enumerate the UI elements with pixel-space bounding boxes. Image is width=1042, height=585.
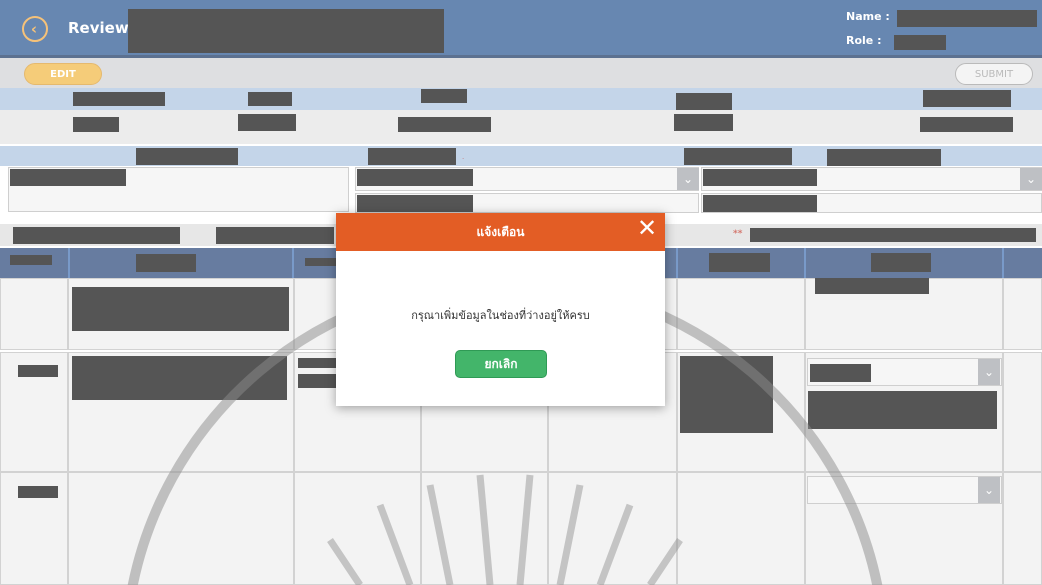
dialog-header: แจ้งเตือน ✕ xyxy=(336,213,665,251)
dialog-message: กรุณาเพิ่มข้อมูลในช่องที่ว่างอยู่ให้ครบ xyxy=(411,309,590,322)
cancel-button[interactable]: ยกเลิก xyxy=(455,350,547,378)
close-icon[interactable]: ✕ xyxy=(635,216,659,241)
dialog-title: แจ้งเตือน xyxy=(476,224,525,239)
alert-dialog: แจ้งเตือน ✕ กรุณาเพิ่มข้อมูลในช่องที่ว่า… xyxy=(336,213,665,406)
